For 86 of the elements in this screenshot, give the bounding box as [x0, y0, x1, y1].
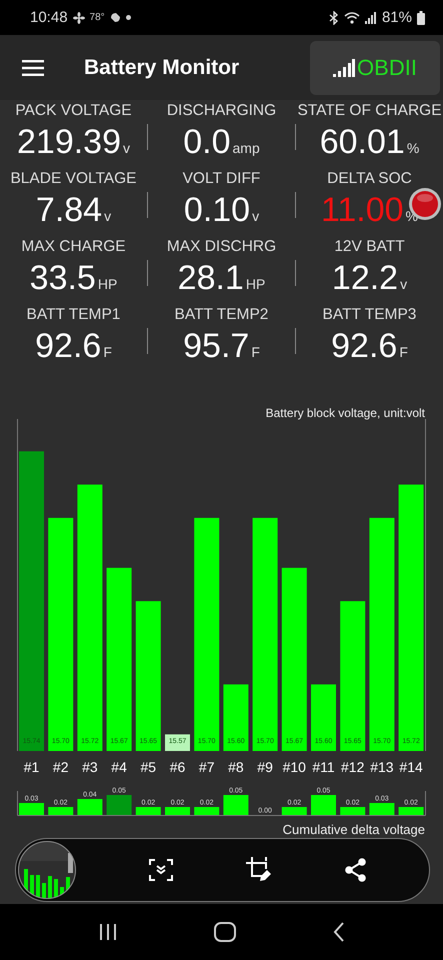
voltage-bar — [311, 684, 336, 751]
metric-unit: amp — [232, 140, 260, 156]
metric-value: 92.6 — [35, 326, 102, 367]
metric-label: BATT TEMP2 — [174, 306, 268, 324]
metric-label: MAX CHARGE — [21, 238, 126, 256]
chart-title: Cumulative delta voltage — [282, 822, 426, 838]
metric-value: 0.10 — [184, 190, 250, 231]
delta-bar — [106, 795, 132, 815]
menu-icon[interactable] — [22, 60, 44, 76]
delta-bar — [340, 807, 366, 815]
cell-label: #1 — [24, 759, 40, 775]
metric-value: 11.00 — [320, 190, 404, 231]
back-icon[interactable] — [332, 922, 344, 942]
metric-unit: F — [399, 344, 408, 360]
metric-value: 0.0 — [183, 122, 231, 163]
delta-bar — [19, 803, 44, 815]
cell-label: #12 — [341, 759, 364, 775]
temperature: 78° — [90, 12, 105, 23]
metric-unit: F — [251, 344, 260, 360]
delta-bar — [77, 799, 102, 815]
delta-bar — [223, 795, 248, 815]
wifi-icon — [344, 11, 360, 24]
metric-label: STATE OF CHARGE — [297, 102, 442, 120]
metric-unit: HP — [98, 276, 118, 292]
recents-icon[interactable] — [98, 923, 116, 941]
metric-label: VOLT DIFF — [182, 170, 260, 188]
delta-bar — [369, 803, 394, 815]
share-icon[interactable] — [345, 858, 367, 882]
cell-label: #13 — [370, 759, 394, 775]
delta-bar — [194, 807, 220, 815]
cell-label: #4 — [111, 759, 127, 775]
cell-label: #9 — [257, 759, 273, 775]
metric-unit: v — [252, 208, 260, 224]
app-title: Battery Monitor — [84, 56, 240, 80]
cell-label: #11 — [312, 759, 335, 775]
chart-title: Battery block voltage, unit:volt — [266, 406, 425, 420]
metric-value: 60.01 — [320, 122, 405, 163]
voltage-bar — [223, 684, 248, 751]
metric-value: 95.7 — [183, 326, 250, 367]
fan-icon — [72, 12, 85, 24]
clock: 10:48 — [30, 9, 68, 26]
metric-value: 92.6 — [331, 326, 398, 367]
metric-value: 28.1 — [178, 258, 244, 299]
metric-unit: HP — [246, 276, 266, 292]
metric-unit: F — [103, 344, 112, 360]
metric-value: 12.2 — [332, 258, 398, 299]
metric-value: 33.5 — [30, 258, 96, 299]
voltage-bar — [165, 734, 190, 751]
cell-label: #6 — [170, 759, 186, 775]
cell-label: #14 — [399, 759, 423, 775]
bluetooth-icon — [328, 10, 339, 24]
delta-bar — [136, 807, 161, 815]
delta-bar — [311, 795, 336, 815]
metric-label: MAX DISCHRG — [166, 238, 276, 256]
metric-label: BATT TEMP1 — [26, 306, 120, 324]
cell-label: #7 — [198, 759, 214, 775]
dot-icon — [126, 15, 131, 20]
home-icon[interactable] — [214, 922, 236, 942]
metric-value: 219.39 — [17, 122, 121, 163]
delta-bar — [165, 807, 190, 815]
delta-bar — [48, 807, 74, 815]
battery-percent: 81% — [382, 9, 412, 26]
signal-bars-icon — [333, 58, 356, 76]
battery-icon — [417, 10, 425, 24]
metric-unit: v — [104, 208, 112, 224]
metric-label: 12V BATT — [334, 238, 405, 256]
metric-label: DELTA SOC — [327, 170, 412, 188]
cell-label: #8 — [228, 759, 244, 775]
metric-label: BLADE VOLTAGE — [10, 170, 137, 188]
cell-label: #2 — [52, 759, 68, 775]
metric-unit: v — [400, 276, 408, 292]
signal-icon — [364, 12, 377, 24]
metric-label: PACK VOLTAGE — [15, 102, 132, 120]
crop-edit-icon[interactable] — [246, 857, 272, 883]
cell-label: #5 — [140, 759, 156, 775]
metric-label: DISCHARGING — [166, 102, 276, 120]
metric-value: 7.84 — [36, 190, 102, 231]
delta-bar — [282, 807, 307, 815]
cell-label: #10 — [282, 759, 306, 775]
metric-unit: % — [406, 140, 420, 156]
delta-bar — [398, 807, 424, 815]
scroll-capture-icon[interactable] — [149, 859, 173, 881]
cell-label: #3 — [82, 759, 98, 775]
metric-label: BATT TEMP3 — [322, 306, 416, 324]
connection-button[interactable]: OBDII — [310, 40, 440, 94]
metric-unit: v — [123, 140, 130, 156]
